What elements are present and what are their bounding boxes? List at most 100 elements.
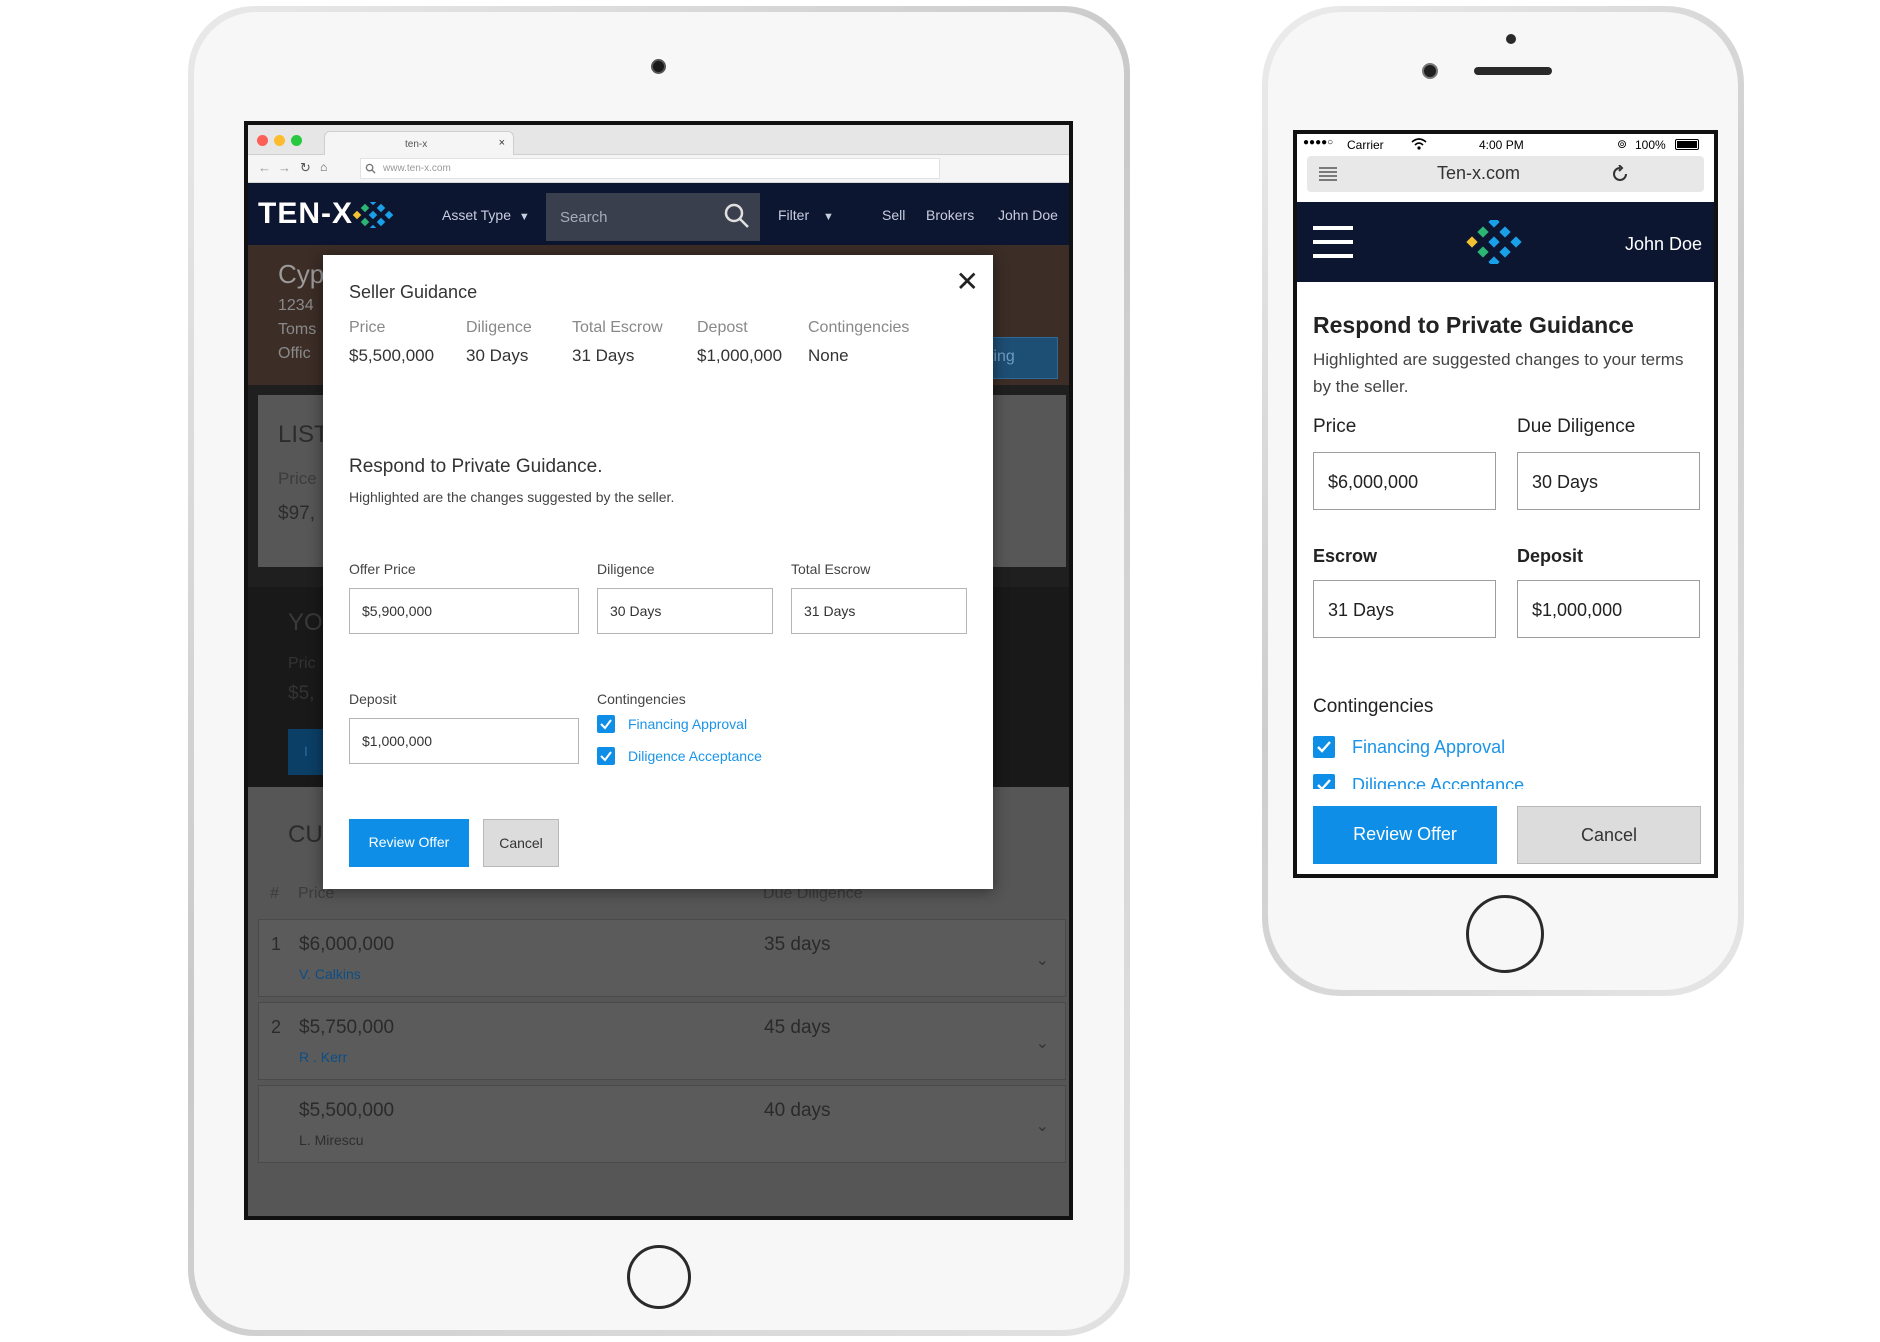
asset-type-menu[interactable]: Asset Type ▼ <box>442 207 530 223</box>
mobile-contingencies-label: Contingencies <box>1313 696 1434 717</box>
tablet-home-button[interactable] <box>627 1245 691 1309</box>
guidance-deposit-label: Depost <box>697 319 748 336</box>
mobile-user-name[interactable]: John Doe <box>1625 234 1702 255</box>
address-url: www.ten-x.com <box>383 163 451 174</box>
row-price: $5,750,000 <box>299 1017 395 1038</box>
chevron-down-icon[interactable]: ⌄ <box>1036 950 1049 970</box>
wifi-icon <box>1411 138 1427 150</box>
row-number: 1 <box>271 934 282 954</box>
checkbox-checked-icon <box>597 715 615 733</box>
tablet-camera <box>651 59 666 74</box>
mobile-page-subtitle: Highlighted are suggested changes to you… <box>1313 350 1684 396</box>
tenx-logo[interactable]: TEN-X <box>258 197 353 231</box>
tablet-screen: ten-x × ← → ↻ ⌂ www.ten-x.com TEN-X Asse… <box>244 121 1073 1220</box>
reader-menu-icon[interactable] <box>1319 167 1337 181</box>
mobile-deposit-label: Deposit <box>1517 546 1584 566</box>
listing-price: $97, <box>278 503 315 524</box>
diligence-input[interactable]: 30 Days <box>597 588 773 634</box>
mobile-site-header: John Doe <box>1297 202 1714 282</box>
mobile-deposit-input[interactable]: $1,000,000 <box>1517 580 1700 638</box>
close-icon[interactable]: ✕ <box>956 265 979 298</box>
your-offer-button[interactable]: I <box>288 729 324 775</box>
nav-sell[interactable]: Sell <box>882 207 905 223</box>
row-price: $6,000,000 <box>299 934 395 955</box>
table-row[interactable]: $5,500,000 L. Mirescu 40 days ⌄ <box>258 1085 1066 1163</box>
window-zoom-dot[interactable] <box>291 135 302 146</box>
browser-tab[interactable]: ten-x × <box>324 131 514 155</box>
offer-price-input[interactable]: $5,900,000 <box>349 588 579 634</box>
reload-icon[interactable]: ↻ <box>300 160 311 176</box>
mobile-financing-approval-checkbox[interactable]: Financing Approval <box>1313 736 1613 760</box>
site-header: TEN-X Asset Type ▼ Search Filter ▼ Sell … <box>248 183 1069 245</box>
window-close-dot[interactable] <box>257 135 268 146</box>
row-bidder-link[interactable]: V. Calkins <box>299 966 361 982</box>
header-search-input[interactable]: Search <box>546 193 760 241</box>
listing-title: LIST <box>278 421 329 448</box>
reload-icon[interactable] <box>1611 165 1629 183</box>
mobile-url: Ten-x.com <box>1437 163 1521 183</box>
phone-screen: ●●●●○ Carrier 4:00 PM ⊚ 100% Ten-x.com J… <box>1293 130 1718 878</box>
hamburger-menu-icon[interactable] <box>1313 224 1361 260</box>
browser-tab-strip: ten-x × <box>248 125 1069 155</box>
current-offers-title: CU <box>288 821 323 848</box>
checkbox-checked-icon <box>597 747 615 765</box>
mobile-review-offer-button[interactable]: Review Offer <box>1313 806 1497 864</box>
diligence-acceptance-checkbox[interactable]: Diligence Acceptance <box>597 747 797 769</box>
hero-title: Cyp <box>278 259 325 289</box>
tab-close-icon[interactable]: × <box>499 137 505 149</box>
nav-user[interactable]: John Doe <box>998 207 1058 223</box>
guidance-deposit-value: $1,000,000 <box>697 346 783 365</box>
diligence-acceptance-label: Diligence Acceptance <box>628 748 762 764</box>
search-icon[interactable] <box>724 203 750 229</box>
tenx-logo-icon[interactable] <box>1465 220 1529 264</box>
total-escrow-label: Total Escrow <box>791 561 871 577</box>
back-arrow-icon[interactable]: ← <box>258 160 271 175</box>
financing-approval-label: Financing Approval <box>628 716 748 732</box>
row-due-diligence: 45 days <box>764 1017 831 1038</box>
tenx-logo-icon <box>352 202 394 228</box>
modal-title: Seller Guidance <box>349 282 478 302</box>
mobile-escrow-input[interactable]: 31 Days <box>1313 580 1496 638</box>
total-escrow-input[interactable]: 31 Days <box>791 588 967 634</box>
mobile-price-input[interactable]: $6,000,000 <box>1313 452 1496 510</box>
your-offer-price-label: Pric <box>288 655 316 672</box>
review-offer-button[interactable]: Review Offer <box>349 819 469 867</box>
row-due-diligence: 40 days <box>764 1100 831 1121</box>
window-minimize-dot[interactable] <box>274 135 285 146</box>
carrier-name: Carrier <box>1347 138 1384 152</box>
offer-price-label: Offer Price <box>349 561 416 577</box>
mobile-address-bar[interactable]: Ten-x.com <box>1307 156 1704 192</box>
mobile-cancel-button[interactable]: Cancel <box>1517 806 1701 864</box>
nav-brokers[interactable]: Brokers <box>926 207 974 223</box>
table-row[interactable]: 1 $6,000,000 V. Calkins 35 days ⌄ <box>258 919 1066 997</box>
chevron-down-icon[interactable]: ⌄ <box>1036 1033 1049 1053</box>
table-header-num: # <box>270 885 279 902</box>
rotation-lock-icon: ⊚ <box>1617 137 1628 151</box>
row-bidder-link[interactable]: R . Kerr <box>299 1049 347 1065</box>
respond-subtitle: Highlighted are the changes suggested by… <box>349 489 675 505</box>
guidance-price-label: Price <box>349 319 386 336</box>
deposit-input[interactable]: $1,000,000 <box>349 718 579 764</box>
forward-arrow-icon[interactable]: → <box>278 160 291 175</box>
filter-menu[interactable]: Filter ▼ <box>778 207 834 223</box>
mobile-page-title: Respond to Private Guidance <box>1313 312 1634 338</box>
phone-home-button[interactable] <box>1466 895 1544 973</box>
battery-icon <box>1675 139 1699 150</box>
cancel-button[interactable]: Cancel <box>483 819 559 867</box>
deposit-label: Deposit <box>349 691 397 707</box>
home-icon[interactable]: ⌂ <box>320 160 327 174</box>
financing-approval-checkbox[interactable]: Financing Approval <box>597 715 797 737</box>
address-bar[interactable]: www.ten-x.com <box>360 158 940 179</box>
mobile-due-diligence-input[interactable]: 30 Days <box>1517 452 1700 510</box>
search-icon <box>365 163 376 174</box>
chevron-down-icon[interactable]: ⌄ <box>1036 1116 1049 1136</box>
phone-camera <box>1422 63 1438 79</box>
mobile-financing-approval-label: Financing Approval <box>1352 737 1506 757</box>
guidance-diligence-label: Diligence <box>466 319 532 336</box>
hero-listing-button[interactable]: ting <box>986 337 1058 379</box>
row-due-diligence: 35 days <box>764 934 831 955</box>
caret-down-icon: ▼ <box>518 211 530 223</box>
table-row[interactable]: 2 $5,750,000 R . Kerr 45 days ⌄ <box>258 1002 1066 1080</box>
battery-percentage: 100% <box>1635 138 1666 152</box>
mobile-price-label: Price <box>1313 416 1357 437</box>
